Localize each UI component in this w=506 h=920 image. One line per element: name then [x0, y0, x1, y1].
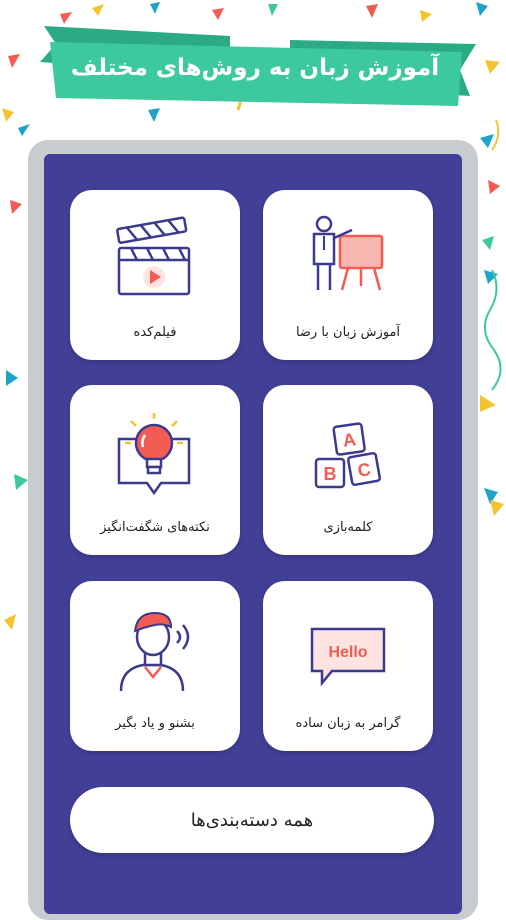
card-film-house[interactable]: فیلم‌کده [70, 190, 240, 360]
block-letter-a: A [341, 429, 357, 451]
card-listen-and-learn[interactable]: بشنو و یاد بگیر [70, 581, 240, 751]
card-label: فیلم‌کده [133, 325, 177, 340]
all-categories-button[interactable]: همه دسته‌بندی‌ها [70, 787, 434, 853]
card-word-game[interactable]: A B C کلمه‌بازی [263, 385, 433, 555]
card-amazing-tips[interactable]: نکته‌های شگفت‌انگیز [70, 385, 240, 555]
block-letter-b: B [324, 464, 337, 484]
listening-person-icon [119, 611, 190, 692]
card-learn-with-reza[interactable]: آموزش زبان با رضا [263, 190, 433, 360]
card-label: بشنو و یاد بگیر [115, 716, 195, 731]
card-simple-grammar[interactable]: Hello گرامر به زبان ساده [263, 581, 433, 751]
hello-text: Hello [328, 644, 367, 661]
page-title: آموزش زبان به روش‌های مختلف [70, 55, 440, 81]
teacher-presentation-icon [312, 215, 384, 291]
card-label: گرامر به زبان ساده [295, 716, 401, 731]
clapperboard-icon [116, 216, 191, 296]
abc-blocks-icon: A B C [314, 422, 381, 489]
card-label: کلمه‌بازی [323, 520, 373, 535]
lightbulb-icon [117, 413, 191, 496]
card-label: نکته‌های شگفت‌انگیز [100, 520, 210, 535]
hello-speech-bubble-icon: Hello [310, 627, 386, 687]
card-label: آموزش زبان با رضا [295, 325, 401, 340]
